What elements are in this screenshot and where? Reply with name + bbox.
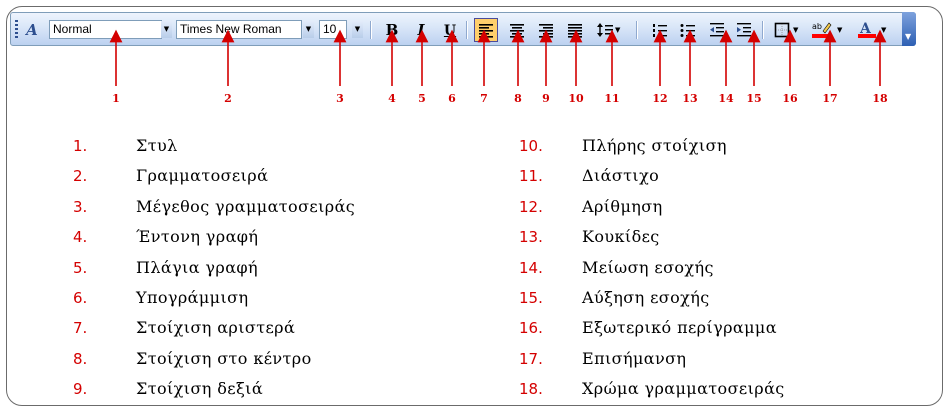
legend-item-label: Διάστιχο xyxy=(582,166,660,186)
legend-item-number: 12. xyxy=(519,197,543,216)
legend-item-label: Μείωση εσοχής xyxy=(582,257,714,277)
legend-item-label: Επισήμανση xyxy=(582,348,687,368)
callout-number: 8 xyxy=(514,92,522,105)
legend-item-label: Μέγεθος γραμματοσειράς xyxy=(136,196,356,216)
legend-item-label: Κουκίδες xyxy=(582,227,660,247)
callout-number: 10 xyxy=(568,92,584,105)
legend-item-label: Υπογράμμιση xyxy=(136,288,249,307)
legend-item-number: 10. xyxy=(519,137,543,155)
legend-item-number: 2. xyxy=(73,167,88,186)
legend-item-number: 11. xyxy=(519,167,543,186)
legend-item-label: Στυλ xyxy=(136,136,178,155)
legend-item-number: 18. xyxy=(519,380,543,399)
legend-item-label: Εξωτερικό περίγραμμα xyxy=(582,318,777,338)
callout-number: 3 xyxy=(336,92,344,105)
callout-number: 15 xyxy=(746,92,762,105)
legend-item-label: Γραμματοσειρά xyxy=(136,166,269,186)
legend-item-label: Χρώμα γραμματοσειράς xyxy=(582,379,785,399)
callout-number: 4 xyxy=(388,92,396,105)
callout-number: 17 xyxy=(822,92,838,105)
callout-number: 18 xyxy=(872,92,888,105)
callout-number: 7 xyxy=(480,92,488,105)
callout-number: 12 xyxy=(652,92,668,105)
legend-item-label: Πλήρης στοίχιση xyxy=(582,136,727,155)
legend-item-label: Έντονη γραφή xyxy=(136,227,259,247)
legend-item-number: 8. xyxy=(73,349,88,368)
legend-item-number: 17. xyxy=(519,349,543,368)
callout-number: 13 xyxy=(682,92,698,105)
callout-number: 16 xyxy=(782,92,798,105)
legend-item-label: Αύξηση εσοχής xyxy=(582,288,710,307)
callout-number: 5 xyxy=(418,92,426,105)
legend-item-number: 7. xyxy=(73,319,88,338)
legend-item-number: 5. xyxy=(73,258,88,277)
legend-item-number: 16. xyxy=(519,319,543,338)
legend-item-number: 13. xyxy=(519,228,543,247)
callout-number: 1 xyxy=(112,92,120,105)
legend-item-number: 4. xyxy=(73,228,88,247)
legend-item-number: 15. xyxy=(519,289,543,307)
legend-item-label: Αρίθμηση xyxy=(582,196,663,216)
legend-item-number: 3. xyxy=(73,197,88,216)
legend-item-number: 14. xyxy=(519,258,543,277)
legend-item-label: Στοίχιση δεξιά xyxy=(136,379,264,399)
legend-item-label: Πλάγια γραφή xyxy=(136,257,258,277)
legend-item-number: 1. xyxy=(73,137,88,155)
callout-number: 6 xyxy=(448,92,456,105)
callout-number: 14 xyxy=(718,92,734,105)
callout-number: 11 xyxy=(604,92,620,105)
legend-item-number: 6. xyxy=(73,289,88,307)
legend-item-label: Στοίχιση στο κέντρο xyxy=(136,348,312,368)
legend-item-number: 9. xyxy=(73,380,88,399)
legend-item-label: Στοίχιση αριστερά xyxy=(136,318,296,338)
callout-number: 9 xyxy=(542,92,550,105)
callout-number: 2 xyxy=(224,92,232,105)
